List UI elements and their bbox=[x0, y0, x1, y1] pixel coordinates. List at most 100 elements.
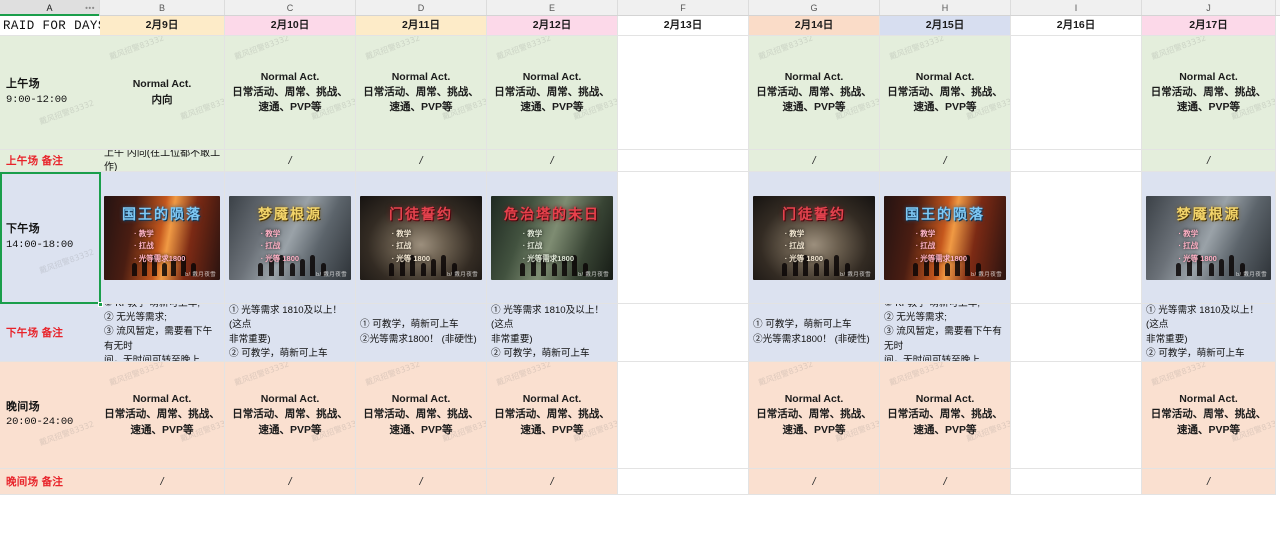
notes-cell-b[interactable]: 上午 内向(在工位都不敢工作) bbox=[100, 150, 225, 172]
raid-cell-e[interactable]: 危治塔的末日 · 教学 · 扛战 · 光等需求1800 b/ 戴月夜雪 bbox=[487, 172, 618, 304]
session-cell-g[interactable]: Normal Act. 日常活动、周常、挑战、速通、PVP等 戴风招警83332 戴风… bbox=[749, 36, 880, 150]
session-name: 下午场 bbox=[6, 223, 40, 236]
raid-banner-image[interactable]: 梦魇根源 · 教学 · 扛战 · 光等 1800 b/ 戴月夜雪 bbox=[1146, 195, 1271, 280]
session-cell-g[interactable]: Normal Act. 日常活动、周常、挑战、速通、PVP等 戴风招警83332 戴风… bbox=[749, 362, 880, 469]
notes-label-evening_notes[interactable]: 晚间场 备注 bbox=[0, 469, 100, 495]
column-header-e[interactable]: E bbox=[487, 0, 618, 15]
notes-cell-b[interactable]: ① KF教学 萌新可上车;② 无光等需求; ③ 流风暂定，需要看下午有无时间，无时… bbox=[100, 304, 225, 362]
notes-cell-c[interactable]: ① 光等需求 1810及以上！(这点 非常重要) ② 可教学，萌新可上车 bbox=[225, 304, 356, 362]
notes-cell-i[interactable] bbox=[1011, 469, 1142, 495]
date-header-c[interactable]: 2月10日 bbox=[225, 16, 356, 36]
session-cell-f[interactable] bbox=[618, 36, 749, 150]
session-cell-i[interactable] bbox=[1011, 36, 1142, 150]
notes-cell-c[interactable]: / bbox=[225, 469, 356, 495]
date-header-i[interactable]: 2月16日 bbox=[1011, 16, 1142, 36]
notes-cell-f[interactable] bbox=[618, 469, 749, 495]
raid-cell-i[interactable] bbox=[1011, 172, 1142, 304]
raid-cell-f[interactable] bbox=[618, 172, 749, 304]
session-cell-b[interactable]: Normal Act. 日常活动、周常、挑战、速通、PVP等 戴风招警83332 戴风… bbox=[100, 362, 225, 469]
notes-cell-f[interactable] bbox=[618, 304, 749, 362]
session-label-evening[interactable]: 晚间场 20:00-24:00 戴风招警83332 bbox=[0, 362, 100, 469]
column-header-i[interactable]: I bbox=[1011, 0, 1142, 15]
date-header-d[interactable]: 2月11日 bbox=[356, 16, 487, 36]
notes-cell-i[interactable] bbox=[1011, 150, 1142, 172]
notes-cell-h[interactable]: / bbox=[880, 469, 1011, 495]
title-cell[interactable]: RAID FOR DAYS bbox=[0, 16, 100, 36]
notes-cell-i[interactable] bbox=[1011, 304, 1142, 362]
session-cell-d[interactable]: Normal Act. 日常活动、周常、挑战、速通、PVP等 戴风招警83332 戴风… bbox=[356, 36, 487, 150]
session-cell-d[interactable]: Normal Act. 日常活动、周常、挑战、速通、PVP等 戴风招警83332 戴风… bbox=[356, 362, 487, 469]
note-line: ① 可教学，萌新可上车 bbox=[360, 319, 459, 331]
session-cell-c[interactable]: Normal Act. 日常活动、周常、挑战、速通、PVP等 戴风招警83332 戴风… bbox=[225, 36, 356, 150]
column-header-f[interactable]: F bbox=[618, 0, 749, 15]
column-header-c[interactable]: C bbox=[225, 0, 356, 15]
ellipsis-icon[interactable]: ••• bbox=[85, 3, 95, 12]
column-header-j[interactable]: J bbox=[1142, 0, 1276, 15]
notes-cell-e[interactable]: ① 光等需求 1810及以上！(这点 非常重要) ② 可教学，萌新可上车 bbox=[487, 304, 618, 362]
raid-cell-g[interactable]: 门徒誓约 · 教学 · 扛战 · 光等 1800 b/ 戴月夜雪 bbox=[749, 172, 880, 304]
notes-cell-e[interactable]: / bbox=[487, 469, 618, 495]
raid-banner-image[interactable]: 国王的陨落 · 教学 · 扛战 · 光等需求1800 b/ 戴月夜雪 bbox=[104, 195, 220, 280]
session-cell-e[interactable]: Normal Act. 日常活动、周常、挑战、速通、PVP等 戴风招警83332 戴风… bbox=[487, 362, 618, 469]
column-header-label: I bbox=[1074, 2, 1078, 13]
session-cell-f[interactable] bbox=[618, 362, 749, 469]
raid-cell-j[interactable]: 梦魇根源 · 教学 · 扛战 · 光等 1800 b/ 戴月夜雪 bbox=[1142, 172, 1276, 304]
raid-cell-b[interactable]: 国王的陨落 · 教学 · 扛战 · 光等需求1800 b/ 戴月夜雪 bbox=[100, 172, 225, 304]
notes-cell-e[interactable]: / bbox=[487, 150, 618, 172]
session-cell-i[interactable] bbox=[1011, 362, 1142, 469]
raid-cell-d[interactable]: 门徒誓约 · 教学 · 扛战 · 光等 1800 b/ 戴月夜雪 bbox=[356, 172, 487, 304]
notes-cell-j[interactable]: / bbox=[1142, 469, 1276, 495]
activity-text: Normal Act. 日常活动、周常、挑战、速通、PVP等 bbox=[225, 36, 355, 149]
date-header-f[interactable]: 2月13日 bbox=[618, 16, 749, 36]
date-header-e[interactable]: 2月12日 bbox=[487, 16, 618, 36]
session-cell-c[interactable]: Normal Act. 日常活动、周常、挑战、速通、PVP等 戴风招警83332 戴风… bbox=[225, 362, 356, 469]
notes-cell-g[interactable]: / bbox=[749, 150, 880, 172]
session-cell-e[interactable]: Normal Act. 日常活动、周常、挑战、速通、PVP等 戴风招警83332 戴风… bbox=[487, 36, 618, 150]
notes-cell-h[interactable]: ① KF教学 萌新可上车;② 无光等需求; ③ 流风暂定，需要看下午有无时间，无时… bbox=[880, 304, 1011, 362]
note-text: / bbox=[550, 154, 554, 167]
notes-cell-d[interactable]: / bbox=[356, 469, 487, 495]
notes-label-morning_notes[interactable]: 上午场 备注 bbox=[0, 150, 100, 172]
notes-cell-f[interactable] bbox=[618, 150, 749, 172]
session-cell-h[interactable]: Normal Act. 日常活动、周常、挑战、速通、PVP等 戴风招警83332 戴风… bbox=[880, 36, 1011, 150]
date-header-h[interactable]: 2月15日 bbox=[880, 16, 1011, 36]
column-header-h[interactable]: H bbox=[880, 0, 1011, 15]
selection-fill-handle[interactable] bbox=[98, 302, 103, 307]
notes-cell-h[interactable]: / bbox=[880, 150, 1011, 172]
date-header-j[interactable]: 2月17日 bbox=[1142, 16, 1276, 36]
notes-cell-d[interactable]: ① 可教学，萌新可上车 ②光等需求1800！ (非硬性) bbox=[356, 304, 487, 362]
notes-cell-j[interactable]: / bbox=[1142, 150, 1276, 172]
note-line: ②光等需求1800！ (非硬性) bbox=[360, 333, 477, 345]
raid-cell-h[interactable]: 国王的陨落 · 教学 · 扛战 · 光等需求1800 b/ 戴月夜雪 bbox=[880, 172, 1011, 304]
raid-banner-image[interactable]: 门徒誓约 · 教学 · 扛战 · 光等 1800 b/ 戴月夜雪 bbox=[753, 195, 875, 280]
raid-banner-image[interactable]: 国王的陨落 · 教学 · 扛战 · 光等需求1800 b/ 戴月夜雪 bbox=[884, 195, 1006, 280]
notes-cell-g[interactable]: / bbox=[749, 469, 880, 495]
note-text: ① 光等需求 1810及以上！(这点 非常重要) ② 可教学，萌新可上车 bbox=[487, 304, 617, 361]
activity-detail: 日常活动、周常、挑战、速通、PVP等 bbox=[1150, 85, 1267, 114]
raid-banner-image[interactable]: 危治塔的末日 · 教学 · 扛战 · 光等需求1800 b/ 戴月夜雪 bbox=[491, 195, 613, 280]
raid-banner-image[interactable]: 门徒誓约 · 教学 · 扛战 · 光等 1800 b/ 戴月夜雪 bbox=[360, 195, 482, 280]
raid-banner-image[interactable]: 梦魇根源 · 教学 · 扛战 · 光等 1800 b/ 戴月夜雪 bbox=[229, 195, 351, 280]
column-header-d[interactable]: D bbox=[356, 0, 487, 15]
note-text: / bbox=[943, 475, 947, 488]
session-cell-j[interactable]: Normal Act. 日常活动、周常、挑战、速通、PVP等 戴风招警83332 戴风… bbox=[1142, 362, 1276, 469]
notes-cell-d[interactable]: / bbox=[356, 150, 487, 172]
notes-cell-g[interactable]: ① 可教学，萌新可上车 ②光等需求1800！ (非硬性) bbox=[749, 304, 880, 362]
session-label-afternoon[interactable]: 下午场 14:00-18:00 戴风招警83332 bbox=[0, 172, 100, 304]
notes-label-afternoon[interactable]: 下午场 备注 bbox=[0, 304, 100, 362]
session-cell-h[interactable]: Normal Act. 日常活动、周常、挑战、速通、PVP等 戴风招警83332 戴风… bbox=[880, 362, 1011, 469]
date-header-g[interactable]: 2月14日 bbox=[749, 16, 880, 36]
column-header-b[interactable]: B bbox=[100, 0, 225, 15]
notes-cell-c[interactable]: / bbox=[225, 150, 356, 172]
raid-cell-c[interactable]: 梦魇根源 · 教学 · 扛战 · 光等 1800 b/ 戴月夜雪 bbox=[225, 172, 356, 304]
session-cell-b[interactable]: Normal Act. 内向 戴风招警83332 戴风招警83332 bbox=[100, 36, 225, 150]
column-header-a[interactable]: A ••• bbox=[0, 0, 100, 16]
session-label-morning[interactable]: 上午场 9:00-12:00 戴风招警83332 bbox=[0, 36, 100, 150]
date-label: 2月9日 bbox=[145, 18, 179, 31]
date-header-b[interactable]: 2月9日 bbox=[100, 16, 225, 36]
notes-cell-j[interactable]: ① 光等需求 1810及以上！(这点 非常重要) ② 可教学，萌新可上车 bbox=[1142, 304, 1276, 362]
session-cell-j[interactable]: Normal Act. 日常活动、周常、挑战、速通、PVP等 戴风招警83332 戴风… bbox=[1142, 36, 1276, 150]
notes-cell-b[interactable]: / bbox=[100, 469, 225, 495]
column-header-g[interactable]: G bbox=[749, 0, 880, 15]
note-text: / bbox=[419, 154, 423, 167]
